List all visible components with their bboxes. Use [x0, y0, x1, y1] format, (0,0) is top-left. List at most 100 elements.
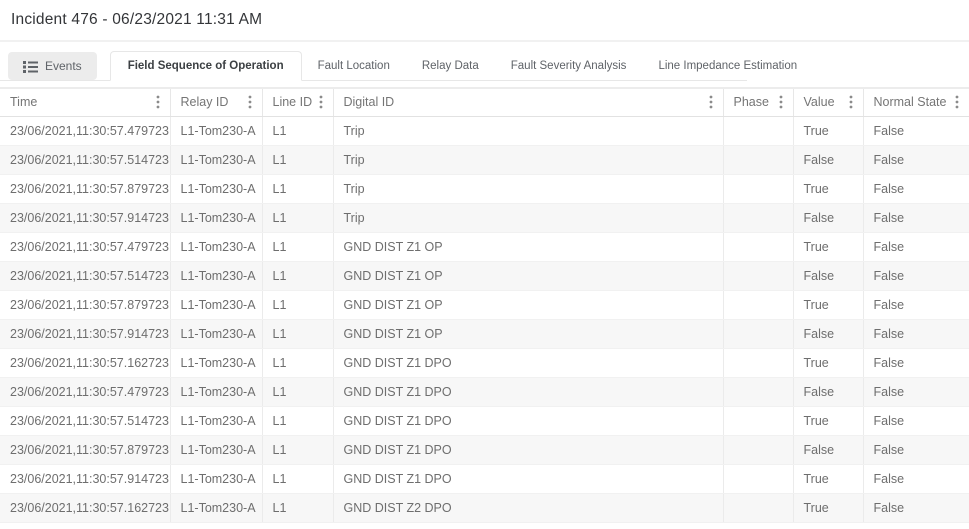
cell-relay-id: L1-Tom230-A [170, 319, 262, 348]
cell-phase [723, 232, 793, 261]
column-header-time[interactable]: Time [0, 88, 170, 116]
column-header-label: Value [804, 95, 835, 109]
cell-relay-id: L1-Tom230-A [170, 348, 262, 377]
cell-value: False [793, 319, 863, 348]
cell-relay-id: L1-Tom230-A [170, 377, 262, 406]
table-row[interactable]: 23/06/2021,11:30:57.514723L1-Tom230-AL1G… [0, 261, 969, 290]
cell-phase [723, 261, 793, 290]
cell-time: 23/06/2021,11:30:57.479723 [0, 232, 170, 261]
column-header-relay-id[interactable]: Relay ID [170, 88, 262, 116]
cell-phase [723, 116, 793, 145]
tab-fault-location[interactable]: Fault Location [302, 52, 406, 80]
table-header: Time Relay ID Line ID [0, 88, 969, 116]
cell-value: False [793, 435, 863, 464]
cell-value: False [793, 377, 863, 406]
page-title: Incident 476 - 06/23/2021 11:31 AM [11, 11, 969, 29]
tab-field-sequence-of-operation[interactable]: Field Sequence of Operation [110, 51, 302, 81]
table-row[interactable]: 23/06/2021,11:30:57.914723L1-Tom230-AL1G… [0, 319, 969, 348]
column-header-label: Line ID [273, 95, 313, 109]
cell-line-id: L1 [262, 464, 333, 493]
cell-phase [723, 377, 793, 406]
cell-line-id: L1 [262, 348, 333, 377]
cell-time: 23/06/2021,11:30:57.514723 [0, 406, 170, 435]
cell-normal-state: False [863, 261, 969, 290]
cell-normal-state: False [863, 116, 969, 145]
cell-digital-id: GND DIST Z1 DPO [333, 435, 723, 464]
table-row[interactable]: 23/06/2021,11:30:57.479723L1-Tom230-AL1G… [0, 377, 969, 406]
column-menu-icon[interactable] [848, 93, 854, 111]
cell-digital-id: GND DIST Z1 OP [333, 319, 723, 348]
cell-time: 23/06/2021,11:30:57.479723 [0, 377, 170, 406]
table-row[interactable]: 23/06/2021,11:30:57.479723L1-Tom230-AL1T… [0, 116, 969, 145]
tab-strip-container: Events Field Sequence of Operation Fault… [0, 42, 969, 81]
events-table: Time Relay ID Line ID [0, 87, 969, 523]
cell-digital-id: GND DIST Z1 DPO [333, 406, 723, 435]
table-row[interactable]: 23/06/2021,11:30:57.879723L1-Tom230-AL1G… [0, 290, 969, 319]
cell-value: True [793, 348, 863, 377]
table-row[interactable]: 23/06/2021,11:30:57.162723L1-Tom230-AL1G… [0, 348, 969, 377]
table-row[interactable]: 23/06/2021,11:30:57.879723L1-Tom230-AL1G… [0, 435, 969, 464]
cell-digital-id: GND DIST Z1 OP [333, 232, 723, 261]
cell-normal-state: False [863, 493, 969, 522]
cell-line-id: L1 [262, 435, 333, 464]
cell-relay-id: L1-Tom230-A [170, 174, 262, 203]
table-row[interactable]: 23/06/2021,11:30:57.479723L1-Tom230-AL1G… [0, 232, 969, 261]
tab-strip: Events Field Sequence of Operation Fault… [0, 46, 747, 81]
cell-phase [723, 319, 793, 348]
cell-time: 23/06/2021,11:30:57.914723 [0, 203, 170, 232]
cell-normal-state: False [863, 290, 969, 319]
cell-line-id: L1 [262, 319, 333, 348]
cell-normal-state: False [863, 319, 969, 348]
cell-line-id: L1 [262, 232, 333, 261]
cell-relay-id: L1-Tom230-A [170, 145, 262, 174]
table-row[interactable]: 23/06/2021,11:30:57.914723L1-Tom230-AL1G… [0, 464, 969, 493]
cell-relay-id: L1-Tom230-A [170, 261, 262, 290]
column-menu-icon[interactable] [318, 93, 324, 111]
cell-normal-state: False [863, 435, 969, 464]
column-header-label: Relay ID [181, 95, 229, 109]
cell-digital-id: GND DIST Z1 DPO [333, 464, 723, 493]
cell-line-id: L1 [262, 203, 333, 232]
table-row[interactable]: 23/06/2021,11:30:57.162723L1-Tom230-AL1G… [0, 493, 969, 522]
column-menu-icon[interactable] [247, 93, 253, 111]
column-header-label: Time [10, 95, 37, 109]
cell-digital-id: Trip [333, 174, 723, 203]
column-menu-icon[interactable] [778, 93, 784, 111]
column-header-digital-id[interactable]: Digital ID [333, 88, 723, 116]
table-row[interactable]: 23/06/2021,11:30:57.879723L1-Tom230-AL1T… [0, 174, 969, 203]
column-menu-icon[interactable] [155, 93, 161, 111]
table-row[interactable]: 23/06/2021,11:30:57.914723L1-Tom230-AL1T… [0, 203, 969, 232]
cell-value: True [793, 406, 863, 435]
column-header-line-id[interactable]: Line ID [262, 88, 333, 116]
events-button[interactable]: Events [8, 52, 97, 80]
tab-relay-data[interactable]: Relay Data [406, 52, 495, 80]
cell-digital-id: GND DIST Z2 DPO [333, 493, 723, 522]
cell-phase [723, 348, 793, 377]
cell-digital-id: Trip [333, 145, 723, 174]
column-header-normal-state[interactable]: Normal State [863, 88, 969, 116]
cell-value: True [793, 232, 863, 261]
cell-digital-id: GND DIST Z1 OP [333, 261, 723, 290]
cell-relay-id: L1-Tom230-A [170, 116, 262, 145]
cell-time: 23/06/2021,11:30:57.914723 [0, 464, 170, 493]
column-header-label: Normal State [874, 95, 947, 109]
table-row[interactable]: 23/06/2021,11:30:57.514723L1-Tom230-AL1G… [0, 406, 969, 435]
events-button-label: Events [45, 59, 82, 73]
column-header-label: Phase [734, 95, 769, 109]
column-header-value[interactable]: Value [793, 88, 863, 116]
tab-fault-severity-analysis[interactable]: Fault Severity Analysis [495, 52, 643, 80]
column-menu-icon[interactable] [954, 93, 960, 111]
table-row[interactable]: 23/06/2021,11:30:57.514723L1-Tom230-AL1T… [0, 145, 969, 174]
cell-phase [723, 493, 793, 522]
column-header-phase[interactable]: Phase [723, 88, 793, 116]
cell-digital-id: Trip [333, 116, 723, 145]
cell-normal-state: False [863, 406, 969, 435]
cell-normal-state: False [863, 348, 969, 377]
cell-value: True [793, 493, 863, 522]
cell-line-id: L1 [262, 406, 333, 435]
cell-relay-id: L1-Tom230-A [170, 406, 262, 435]
tab-line-impedance-estimation[interactable]: Line Impedance Estimation [642, 52, 813, 80]
column-header-label: Digital ID [344, 95, 395, 109]
table-body: 23/06/2021,11:30:57.479723L1-Tom230-AL1T… [0, 116, 969, 522]
column-menu-icon[interactable] [708, 93, 714, 111]
